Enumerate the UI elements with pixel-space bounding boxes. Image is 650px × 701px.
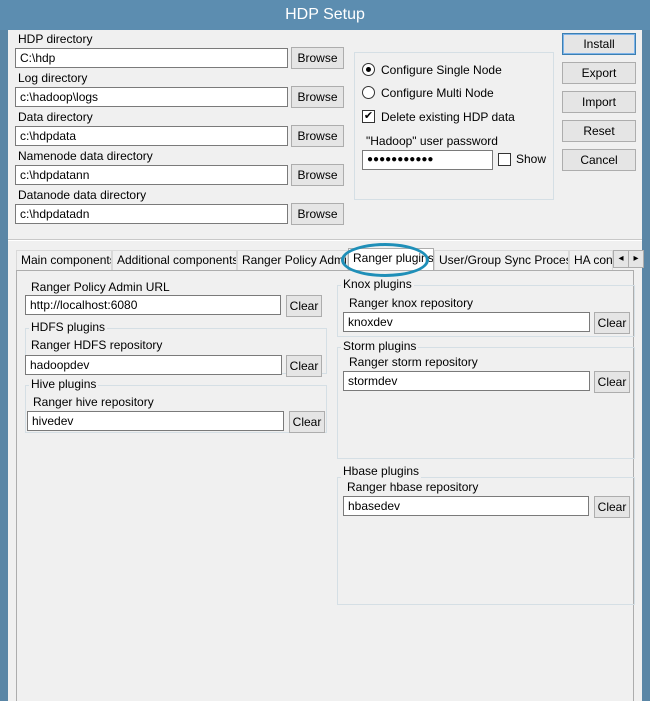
hbase-repo-clear-button[interactable]: Clear: [594, 496, 630, 518]
namenode-directory-input[interactable]: c:\hdpdatann: [15, 165, 288, 185]
hive-repo-clear-button[interactable]: Clear: [289, 411, 325, 433]
knox-plugins-title: Knox plugins: [341, 277, 414, 291]
hive-repo-label: Ranger hive repository: [33, 395, 154, 409]
datanode-directory-input[interactable]: c:\hdpdatadn: [15, 204, 288, 224]
hdfs-repo-input[interactable]: hadoopdev: [25, 355, 282, 375]
window-client-area: HDP directory C:\hdp Browse Log director…: [8, 30, 644, 701]
log-directory-label: Log directory: [18, 71, 88, 85]
hdfs-repo-label: Ranger HDFS repository: [31, 338, 163, 352]
hdfs-plugins-title: HDFS plugins: [29, 320, 108, 334]
tab-ranger-plugins[interactable]: Ranger plugins: [348, 248, 434, 270]
delete-existing-label[interactable]: Delete existing HDP data: [381, 110, 515, 124]
tab-ranger-policy-admin[interactable]: Ranger Policy Admin: [237, 250, 348, 270]
hbase-repo-label: Ranger hbase repository: [347, 480, 479, 494]
multi-node-radio[interactable]: [362, 86, 375, 99]
storm-plugins-title: Storm plugins: [341, 339, 419, 353]
log-directory-input[interactable]: c:\hadoop\logs: [15, 87, 288, 107]
show-password-label[interactable]: Show: [516, 152, 546, 166]
hbase-plugins-title: Hbase plugins: [341, 464, 422, 478]
import-button[interactable]: Import: [562, 91, 636, 113]
single-node-label[interactable]: Configure Single Node: [381, 63, 502, 77]
hdp-setup-window: HDP Setup HDP directory C:\hdp Browse Lo…: [0, 0, 650, 701]
log-directory-browse-button[interactable]: Browse: [291, 86, 344, 108]
delete-existing-checkbox[interactable]: ✔: [362, 110, 375, 123]
hdfs-repo-clear-button[interactable]: Clear: [286, 355, 322, 377]
data-directory-label: Data directory: [18, 110, 93, 124]
storm-repo-clear-button[interactable]: Clear: [594, 371, 630, 393]
admin-url-clear-button[interactable]: Clear: [286, 295, 322, 317]
window-title[interactable]: HDP Setup: [0, 0, 650, 30]
storm-repo-label: Ranger storm repository: [349, 355, 478, 369]
hbase-repo-input[interactable]: hbasedev: [343, 496, 589, 516]
single-node-radio[interactable]: [362, 63, 375, 76]
separator: [8, 239, 642, 241]
data-directory-browse-button[interactable]: Browse: [291, 125, 344, 147]
namenode-directory-label: Namenode data directory: [18, 149, 153, 163]
hdp-directory-input[interactable]: C:\hdp: [15, 48, 288, 68]
tab-scroll-right-icon[interactable]: ▸: [628, 250, 644, 268]
export-button[interactable]: Export: [562, 62, 636, 84]
hdp-directory-browse-button[interactable]: Browse: [291, 47, 344, 69]
reset-button[interactable]: Reset: [562, 120, 636, 142]
tab-main-components[interactable]: Main components: [16, 250, 112, 270]
show-password-checkbox[interactable]: [498, 153, 511, 166]
storm-repo-input[interactable]: stormdev: [343, 371, 590, 391]
cancel-button[interactable]: Cancel: [562, 149, 636, 171]
password-input[interactable]: ●●●●●●●●●●●: [362, 150, 493, 170]
hdp-directory-label: HDP directory: [18, 32, 93, 46]
install-button[interactable]: Install: [562, 33, 636, 55]
knox-repo-label: Ranger knox repository: [349, 296, 474, 310]
hive-plugins-title: Hive plugins: [29, 377, 99, 391]
password-label: "Hadoop" user password: [366, 134, 498, 148]
knox-repo-input[interactable]: knoxdev: [343, 312, 590, 332]
tab-scroll-left-icon[interactable]: ◂: [613, 250, 629, 268]
data-directory-input[interactable]: c:\hdpdata: [15, 126, 288, 146]
tab-user-group-sync[interactable]: User/Group Sync Process: [434, 250, 569, 270]
tab-strip: Main components Additional components Ra…: [16, 248, 644, 270]
knox-repo-clear-button[interactable]: Clear: [594, 312, 630, 334]
tab-additional-components[interactable]: Additional components: [112, 250, 237, 270]
datanode-directory-browse-button[interactable]: Browse: [291, 203, 344, 225]
hive-repo-input[interactable]: hivedev: [27, 411, 284, 431]
checkmark-icon: ✔: [363, 110, 374, 122]
datanode-directory-label: Datanode data directory: [18, 188, 147, 202]
namenode-directory-browse-button[interactable]: Browse: [291, 164, 344, 186]
tab-ha-configuration[interactable]: HA con: [569, 250, 613, 270]
multi-node-label[interactable]: Configure Multi Node: [381, 86, 494, 100]
admin-url-label: Ranger Policy Admin URL: [31, 280, 170, 294]
admin-url-input[interactable]: http://localhost:6080: [25, 295, 281, 315]
ranger-plugins-panel: Ranger Policy Admin URL http://localhost…: [16, 270, 635, 701]
